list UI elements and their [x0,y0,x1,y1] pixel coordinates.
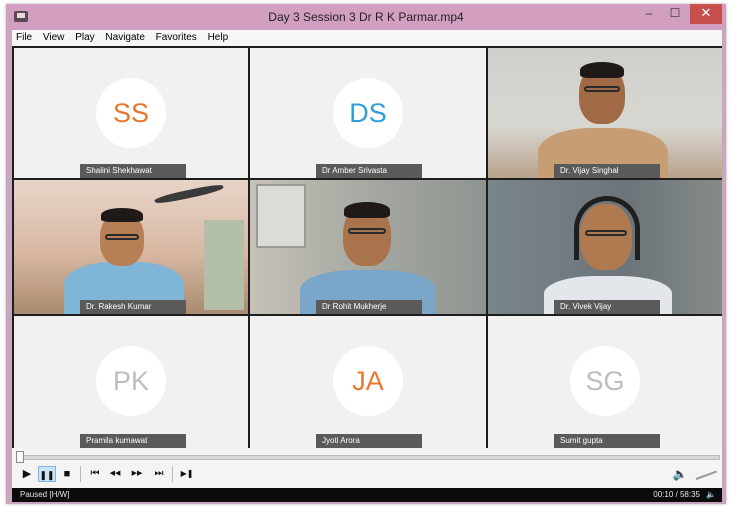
seek-handle[interactable] [16,451,24,463]
video-area[interactable]: SS Shalini Shekhawat DS Dr Amber Srivast… [12,46,722,448]
participant-hair [344,202,390,218]
participant-video: Dr Rohit Mukherje [250,180,486,314]
glasses-icon [105,234,139,240]
participant-video: Dr. Vivek Vijay [488,180,722,314]
stop-button[interactable]: ■ [58,466,76,482]
participant-name: Jyoti Arora [316,434,422,448]
glasses-icon [584,86,620,92]
menu-bar: File View Play Navigate Favorites Help [12,30,722,46]
menu-play[interactable]: Play [71,30,98,46]
participant-initials: SG [570,346,640,416]
glasses-icon [585,230,627,236]
participant-video: Dr. Rakesh Kumar [14,180,248,314]
toolbar-divider [172,466,173,482]
window-background [256,184,306,248]
status-bar: Paused [H/W] 00:10 / 58:35 🔈 [12,488,722,502]
participant-tile: JA Jyoti Arora [250,316,486,448]
participant-name: Pramila kumawat [80,434,186,448]
participant-name: Dr. Vivek Vijay [554,300,660,314]
media-player-window: Day 3 Session 3 Dr R K Parmar.mp4 – ☐ ✕ … [6,4,726,504]
volume-icon[interactable]: 🔈 [672,466,688,482]
playback-controls: ▶ ❚❚ ■ ⏮ ◀◀ ▶▶ ⏭ ▶❚ 🔈 [12,448,722,488]
menu-favorites[interactable]: Favorites [152,30,201,46]
participant-video: Dr. Vijay Singhal [488,48,722,178]
menu-help[interactable]: Help [204,30,233,46]
doorway [204,220,244,310]
participant-hair [101,208,143,222]
rewind-button[interactable]: ◀◀ [106,466,124,482]
menu-view[interactable]: View [39,30,69,46]
participant-name: Dr Amber Srivasta [316,164,422,178]
time-display: 00:10 / 58:35 [653,490,700,499]
seek-bar[interactable] [16,455,720,460]
participant-tile: PK Pramila kumawat [14,316,248,448]
close-button[interactable]: ✕ [690,4,722,24]
toolbar-divider [80,466,81,482]
ceiling-fan-icon [153,182,225,206]
participant-tile: SS Shalini Shekhawat [14,48,248,178]
participant-name: Dr Rohit Mukherje [316,300,422,314]
participant-name: Sumit gupta [554,434,660,448]
participant-name: Dr. Vijay Singhal [554,164,660,178]
volume-slider[interactable] [695,470,718,480]
pause-button[interactable]: ❚❚ [38,466,56,482]
fast-forward-button[interactable]: ▶▶ [128,466,146,482]
skip-back-button[interactable]: ⏮ [86,466,104,482]
participant-tile: SG Sumit gupta [488,316,722,448]
menu-file[interactable]: File [12,30,36,46]
title-bar[interactable]: Day 3 Session 3 Dr R K Parmar.mp4 – ☐ ✕ [6,4,726,30]
speaker-icon[interactable]: 🔈 [706,488,716,502]
maximize-button[interactable]: ☐ [662,4,688,24]
participant-name: Dr. Rakesh Kumar [80,300,186,314]
minimize-button[interactable]: – [636,4,662,24]
participant-hair [580,62,624,78]
participant-initials: PK [96,346,166,416]
frame-step-button[interactable]: ▶❚ [178,466,196,482]
playback-state: Paused [H/W] [20,490,70,499]
play-button[interactable]: ▶ [18,466,36,482]
participant-initials: JA [333,346,403,416]
glasses-icon [348,228,386,234]
skip-forward-button[interactable]: ⏭ [150,466,168,482]
participant-initials: SS [96,78,166,148]
participant-face [580,204,632,270]
participant-tile: DS Dr Amber Srivasta [250,48,486,178]
participant-initials: DS [333,78,403,148]
menu-navigate[interactable]: Navigate [101,30,148,46]
window-title: Day 3 Session 3 Dr R K Parmar.mp4 [268,10,464,24]
participant-name: Shalini Shekhawat [80,164,186,178]
